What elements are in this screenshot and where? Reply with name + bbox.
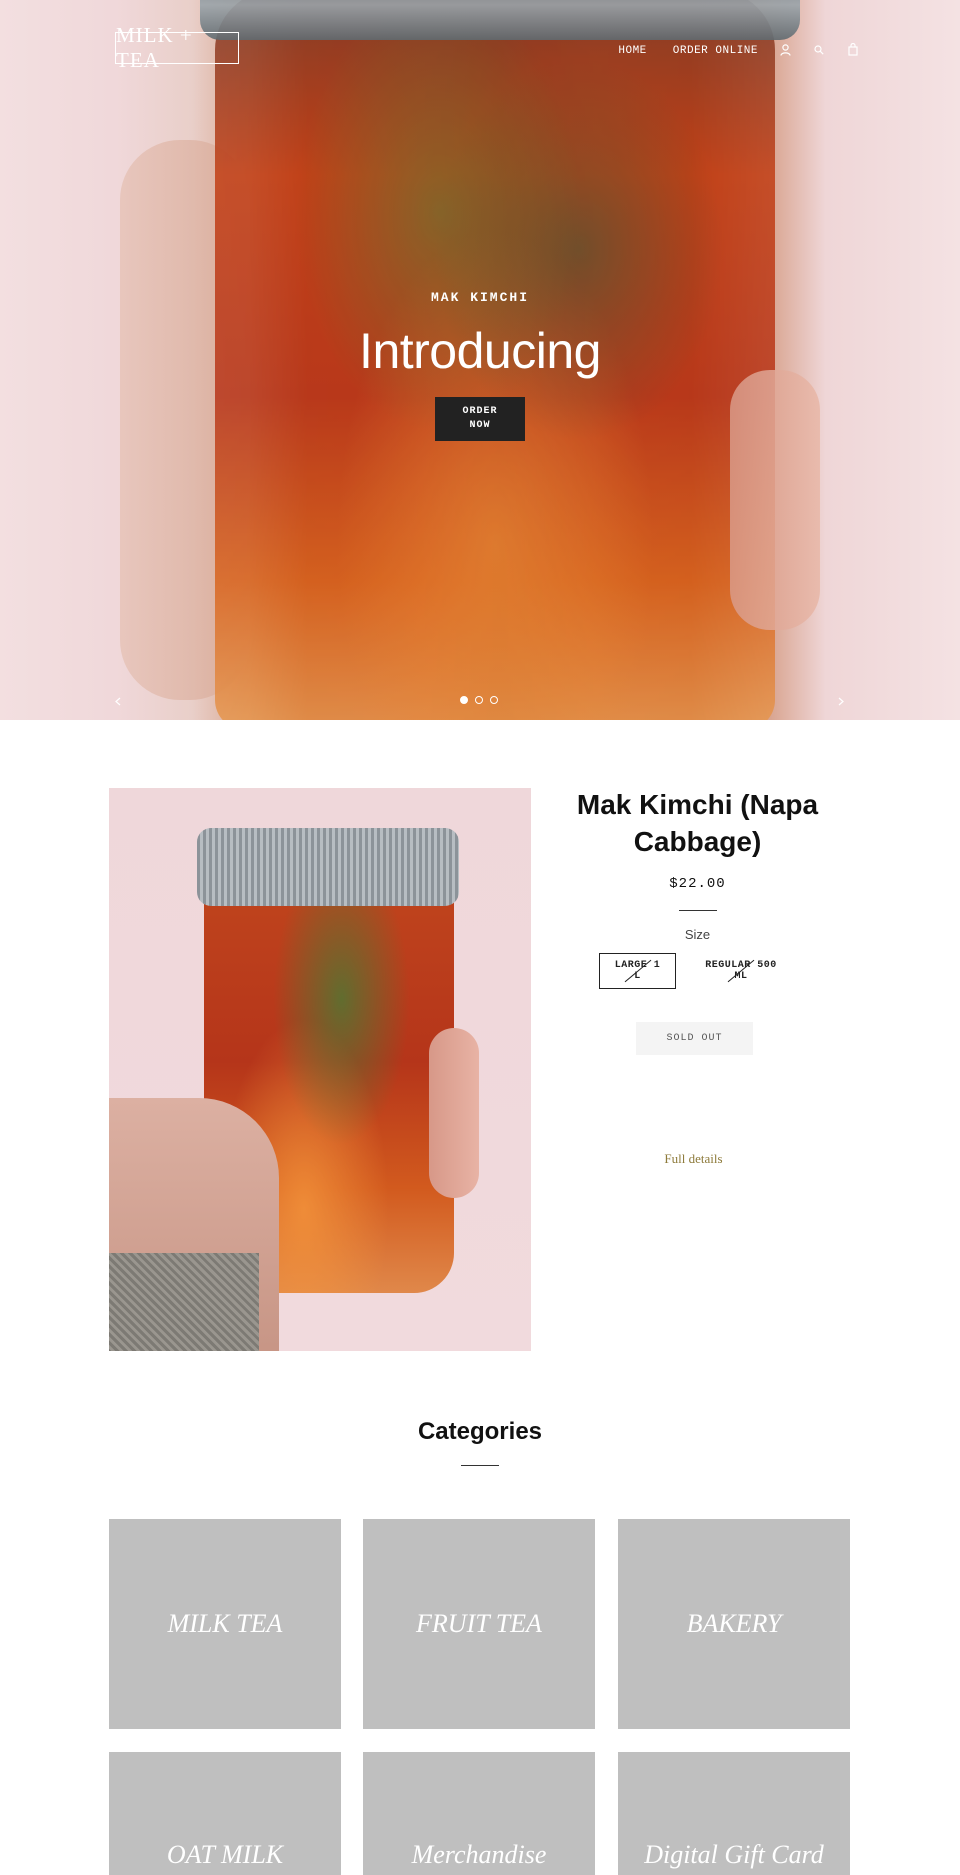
category-label: Digital Gift Card — [644, 1840, 824, 1869]
category-tile-bakery[interactable]: BAKERY — [618, 1519, 850, 1729]
category-tile-milk-tea[interactable]: MILK TEA — [109, 1519, 341, 1729]
size-option-large[interactable]: LARGE 1L — [599, 953, 676, 989]
hero-subtitle: MAK KIMCHI — [430, 290, 529, 305]
category-label: Merchandise — [411, 1840, 547, 1869]
site-logo[interactable]: MILK + TEA — [115, 23, 239, 72]
slide-dots — [460, 696, 498, 704]
hero-image-lid — [200, 0, 800, 40]
nav-order-online[interactable]: ORDER ONLINE — [673, 45, 758, 57]
hero-slideshow: MILK + TEA HOME ORDER ONLINE MAK KIMCHI … — [0, 0, 960, 720]
divider — [679, 910, 717, 911]
category-tile-merchandise[interactable]: Merchandise — [363, 1752, 595, 1875]
product-price: $22.00 — [669, 876, 726, 892]
order-now-button[interactable]: ORDER NOW — [435, 397, 525, 441]
category-label: MILK TEA — [167, 1609, 283, 1638]
slide-dot[interactable] — [475, 696, 483, 704]
size-label: Size — [684, 927, 711, 942]
category-tile-fruit-tea[interactable]: FRUIT TEA — [363, 1519, 595, 1729]
prev-slide-arrow-icon[interactable] — [115, 697, 121, 708]
category-label: FRUIT TEA — [416, 1609, 542, 1638]
main-nav: HOME ORDER ONLINE — [592, 42, 860, 59]
sold-out-button[interactable]: SOLD OUT — [636, 1022, 753, 1055]
product-image-watchband — [109, 1253, 259, 1351]
search-icon[interactable] — [812, 44, 826, 58]
category-tile-oat-milk[interactable]: OAT MILK — [109, 1752, 341, 1875]
product-title: Mak Kimchi (Napa Cabbage) — [576, 789, 819, 857]
product-image[interactable] — [109, 788, 531, 1351]
next-slide-arrow-icon[interactable] — [838, 697, 844, 708]
hero-image-fingers — [730, 370, 820, 630]
size-option-regular[interactable]: REGULAR 500 ML — [696, 953, 786, 989]
product-image-fingers — [429, 1028, 479, 1198]
category-label: OAT MILK — [166, 1840, 284, 1869]
slide-dot[interactable] — [490, 696, 498, 704]
cart-icon[interactable] — [846, 42, 860, 59]
slide-dot[interactable] — [460, 696, 468, 704]
nav-home[interactable]: HOME — [618, 45, 646, 57]
product-image-lid — [197, 828, 459, 906]
user-icon[interactable] — [778, 43, 792, 59]
category-tile-digital-gift-card[interactable]: Digital Gift Card — [618, 1752, 850, 1875]
category-label: BAKERY — [686, 1609, 782, 1638]
hero-title: Introducing — [359, 323, 601, 379]
full-details-link[interactable]: Full details — [560, 1151, 827, 1167]
order-now-line2: NOW — [469, 420, 491, 431]
order-now-button-label: ORDER NOW — [462, 405, 497, 433]
order-now-line1: ORDER — [462, 406, 498, 417]
categories-heading: Categories — [417, 1418, 543, 1445]
divider — [461, 1465, 499, 1466]
